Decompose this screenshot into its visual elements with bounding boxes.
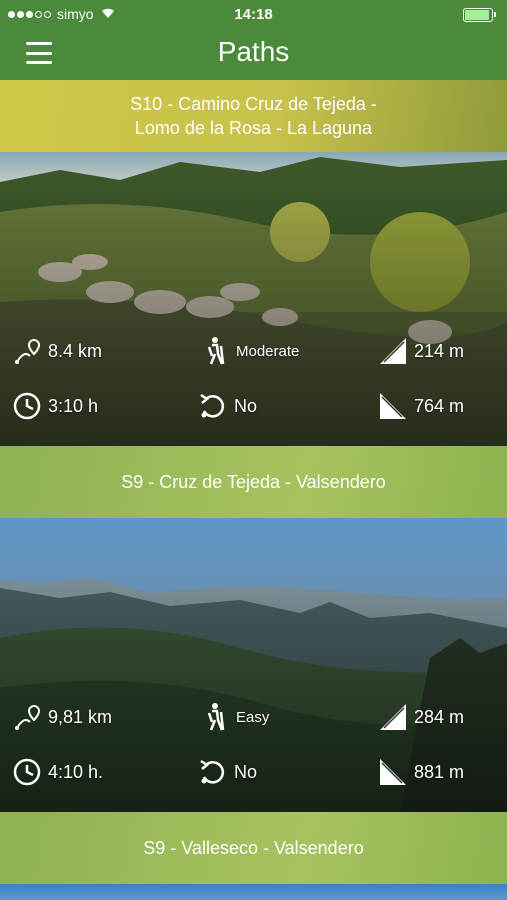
duration-stat: 3:10 h — [12, 391, 98, 421]
route-pin-icon — [15, 704, 41, 730]
ascent-slope-icon — [380, 704, 406, 730]
ascent-stat: 214 m — [378, 336, 464, 366]
circular-value: No — [234, 761, 258, 782]
battery-fill — [465, 10, 489, 20]
difficulty-value: Moderate — [236, 342, 300, 360]
descent-stat: 881 m — [378, 757, 464, 787]
path-card-header: S9 - Cruz de Tejeda - Valsendero — [0, 446, 507, 518]
hiker-icon — [207, 337, 225, 365]
distance-stat: 9,81 km — [12, 702, 112, 732]
ascent-value: 214 m — [414, 340, 465, 361]
distance-stat: 8.4 km — [12, 336, 102, 366]
path-title-line-2: Lomo de la Rosa - La Laguna — [134, 118, 373, 138]
path-card-header: S9 - Valleseco - Valsendero — [0, 812, 507, 884]
descent-slope-icon — [380, 393, 406, 419]
duration-stat: 4:10 h. — [12, 757, 103, 787]
ascent-stat: 284 m — [378, 702, 464, 732]
path-title-line-1: S10 - Camino Cruz de Tejeda - — [130, 94, 377, 114]
descent-slope-icon — [380, 759, 406, 785]
difficulty-stat: Moderate — [200, 336, 299, 366]
navigation-bar: Paths — [0, 28, 507, 80]
circular-stat: No — [198, 391, 257, 421]
path-photo — [0, 884, 507, 900]
circular-route-icon — [200, 393, 225, 418]
battery-icon — [463, 8, 496, 22]
circular-route-icon — [200, 759, 225, 784]
descent-value: 881 m — [414, 761, 465, 782]
hiker-icon — [207, 703, 225, 731]
page-title: Paths — [217, 36, 290, 67]
clock-icon — [13, 392, 41, 420]
path-card[interactable]: S9 - Valleseco - Valsendero — [0, 812, 507, 900]
path-card[interactable]: S9 - Cruz de Tejeda - Valsendero 9,81 km… — [0, 446, 507, 812]
descent-value: 764 m — [414, 395, 465, 416]
path-title: S10 - Camino Cruz de Tejeda - Lomo de la… — [130, 92, 377, 140]
path-card[interactable]: S10 - Camino Cruz de Tejeda - Lomo de la… — [0, 80, 507, 446]
clock-icon — [13, 758, 41, 786]
ascent-slope-icon — [380, 338, 406, 364]
status-time: 14:18 — [234, 6, 273, 23]
circular-stat: No — [198, 757, 257, 787]
path-title: S9 - Cruz de Tejeda - Valsendero — [121, 472, 386, 492]
difficulty-stat: Easy — [200, 702, 269, 732]
descent-stat: 764 m — [378, 391, 464, 421]
duration-value: 3:10 h — [48, 395, 99, 416]
circular-value: No — [234, 395, 258, 416]
difficulty-value: Easy — [236, 708, 270, 726]
distance-value: 8.4 km — [48, 340, 103, 361]
duration-value: 4:10 h. — [48, 761, 104, 782]
path-card-header: S10 - Camino Cruz de Tejeda - Lomo de la… — [0, 80, 507, 152]
route-pin-icon — [15, 338, 41, 364]
distance-value: 9,81 km — [48, 706, 113, 727]
path-title: S9 - Valleseco - Valsendero — [143, 838, 364, 858]
ascent-value: 284 m — [414, 706, 465, 727]
status-bar: simyo 14:18 — [0, 0, 507, 28]
